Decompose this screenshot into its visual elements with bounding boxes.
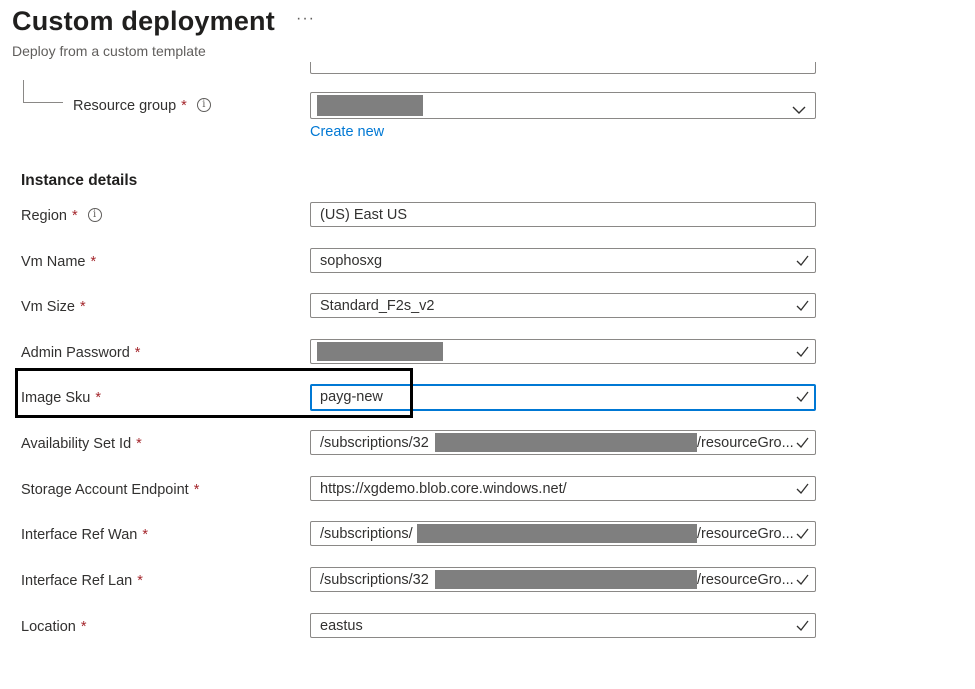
redacted-value [417,524,697,543]
subscription-field-partial[interactable] [310,62,816,74]
required-mark: * [90,254,97,270]
storage-endpoint-input[interactable]: https://xgdemo.blob.core.windows.net/ [310,476,816,501]
checkmark-icon [796,345,809,358]
admin-password-input[interactable] [310,339,816,364]
vm-name-input[interactable]: sophosxg [310,248,816,273]
required-mark: * [142,527,148,543]
location-label: Location * [21,619,87,635]
section-heading-instance-details: Instance details [21,172,138,189]
resource-group-dropdown[interactable] [310,92,816,119]
redacted-value [317,95,423,116]
availability-set-label: Availability Set Id * [21,436,142,452]
checkmark-icon [796,619,809,632]
interface-lan-input[interactable]: /subscriptions/32 /resourceGro... [310,567,816,592]
page-title: Custom deployment [12,6,275,36]
storage-endpoint-label: Storage Account Endpoint * [21,482,200,498]
interface-wan-input[interactable]: /subscriptions/ /resourceGro... [310,521,816,546]
region-label: Region * i [21,208,102,224]
redacted-value [435,570,697,589]
required-mark: * [134,345,141,361]
page-subtitle: Deploy from a custom template [12,43,206,59]
required-mark: * [71,208,78,224]
more-options-icon[interactable]: ··· [296,10,315,28]
info-icon[interactable]: i [196,98,211,113]
checkmark-icon [796,254,809,267]
chevron-down-icon [792,101,806,119]
info-icon[interactable]: i [87,208,102,223]
location-input[interactable]: eastus [310,613,816,638]
redacted-value [435,433,697,452]
checkmark-icon [796,527,809,540]
required-mark: * [80,299,86,315]
admin-password-label: Admin Password * [21,345,141,361]
checkmark-icon [796,482,809,495]
availability-set-input[interactable]: /subscriptions/32 /resourceGro... [310,430,816,455]
required-mark: * [193,482,200,498]
resource-group-label: Resource group * i [73,98,211,114]
required-mark: * [181,98,187,114]
checkmark-icon [796,436,809,449]
required-mark: * [137,573,143,589]
checkmark-icon [796,573,809,586]
create-new-link[interactable]: Create new [310,124,384,140]
interface-lan-label: Interface Ref Lan * [21,573,143,589]
vm-name-label: Vm Name * [21,254,97,270]
required-mark: * [80,619,87,635]
checkmark-icon [796,299,809,312]
annotation-highlight-box [15,368,413,418]
required-mark: * [136,436,142,452]
region-field[interactable]: (US) East US [310,202,816,227]
vm-size-label: Vm Size * [21,299,86,315]
tree-connector-horizontal [23,102,63,103]
checkmark-icon [796,390,809,403]
vm-size-input[interactable]: Standard_F2s_v2 [310,293,816,318]
redacted-value [317,342,443,361]
tree-connector-vertical [23,80,24,102]
interface-wan-label: Interface Ref Wan * [21,527,148,543]
